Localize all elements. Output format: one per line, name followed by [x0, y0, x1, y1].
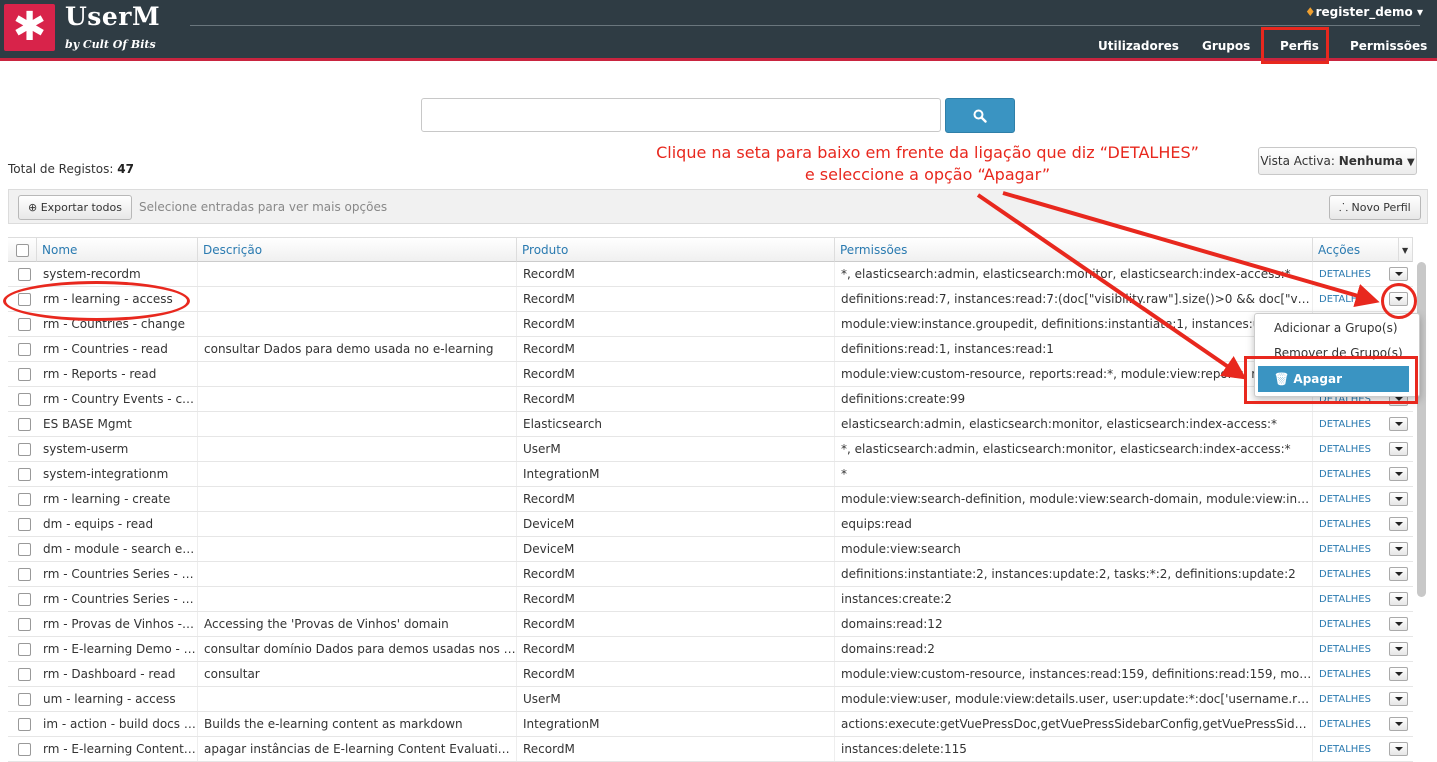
arrow-to-dropdown [1002, 191, 1380, 308]
annotation-arrows [976, 191, 1380, 380]
